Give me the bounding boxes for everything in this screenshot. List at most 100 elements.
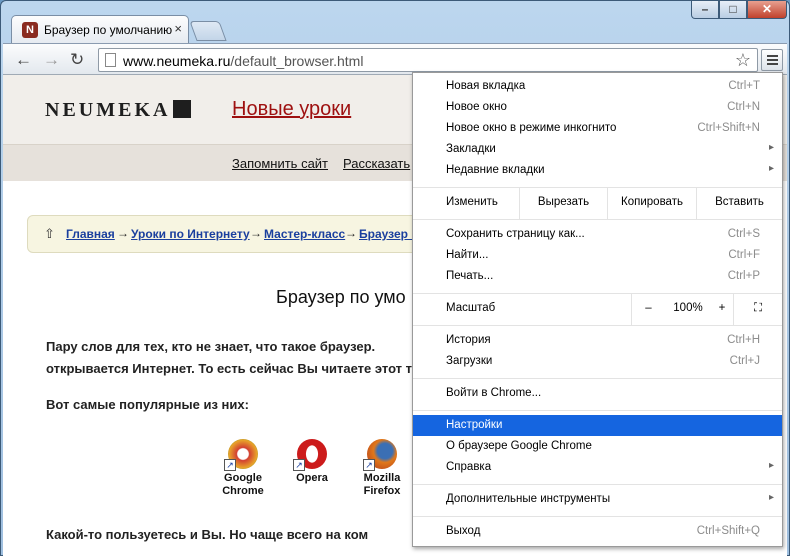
- logo-mark-icon: [173, 100, 192, 118]
- url-path: /default_browser.html: [230, 53, 364, 69]
- menu-find[interactable]: Найти... Ctrl+F: [413, 245, 782, 266]
- menu-separator: [413, 410, 782, 411]
- menu-separator: [413, 378, 782, 379]
- tab-default-browser[interactable]: N Браузер по умолчанию ×: [11, 15, 189, 43]
- menu-item-label: Сохранить страницу как...: [446, 228, 585, 240]
- url-text[interactable]: www.neumeka.ru/default_browser.html: [123, 53, 363, 69]
- menu-recent-tabs[interactable]: Недавние вкладки ▸: [413, 160, 782, 181]
- menu-edit-row: Изменить Вырезать Копировать Вставить: [413, 188, 782, 219]
- menu-separator: [413, 219, 782, 220]
- site-logo[interactable]: NEUMEKA: [45, 99, 192, 122]
- browser-opera-tile[interactable]: ↗ Opera: [277, 439, 347, 485]
- chrome-logo-icon: ↗: [224, 439, 258, 471]
- hamburger-icon-line: [767, 55, 778, 57]
- menu-item-shortcut: Ctrl+H: [727, 334, 760, 346]
- new-tab-button[interactable]: [189, 21, 227, 41]
- firefox-logo-icon: ↗: [363, 439, 397, 471]
- menu-item-label: Копировать: [621, 196, 683, 208]
- menu-separator: [413, 325, 782, 326]
- opera-logo-icon: ↗: [293, 439, 327, 471]
- menu-help[interactable]: Справка ▸: [413, 457, 782, 478]
- chrome-menu-button[interactable]: [761, 49, 783, 71]
- tab-title: Браузер по умолчанию: [44, 23, 173, 37]
- maximize-button[interactable]: □: [719, 1, 747, 19]
- page-icon: [105, 53, 116, 67]
- menu-item-label: Новое окно в режиме инкогнито: [446, 122, 617, 134]
- fullscreen-button[interactable]: ⛶: [733, 294, 782, 325]
- intro-paragraph-line1: Пару слов для тех, кто не знает, что так…: [46, 339, 375, 354]
- menu-history[interactable]: История Ctrl+H: [413, 330, 782, 351]
- breadcrumb-home[interactable]: Главная: [66, 227, 115, 241]
- menu-item-shortcut: Ctrl+N: [727, 101, 760, 113]
- edit-label: Изменить: [446, 196, 498, 208]
- browser-firefox-tile[interactable]: ↗ Mozilla Firefox: [347, 439, 417, 498]
- hamburger-icon-line: [767, 63, 778, 65]
- browser-name: Firefox: [363, 485, 401, 497]
- menu-incognito[interactable]: Новое окно в режиме инкогнито Ctrl+Shift+…: [413, 118, 782, 139]
- menu-settings[interactable]: Настройки: [413, 415, 782, 436]
- maximize-icon: □: [729, 2, 737, 16]
- browser-name: Google: [224, 472, 262, 484]
- breadcrumb-internet-lessons[interactable]: Уроки по Интернету: [131, 227, 250, 241]
- plus-icon: +: [718, 302, 726, 314]
- browser-chrome-tile[interactable]: ↗ Google Chrome: [208, 439, 278, 498]
- home-arrow-icon: ⇧: [44, 226, 55, 241]
- menu-new-window[interactable]: Новое окно Ctrl+N: [413, 97, 782, 118]
- browser-window: N Браузер по умолчанию × – □ ✕ ← → ↻ www…: [0, 0, 790, 556]
- breadcrumb-separator: →: [250, 226, 262, 240]
- menu-sign-in[interactable]: Войти в Chrome...: [413, 383, 782, 404]
- menu-item-label: Выход: [446, 525, 481, 537]
- menu-new-tab[interactable]: Новая вкладка Ctrl+T: [413, 76, 782, 97]
- bookmark-star-icon[interactable]: ☆: [735, 50, 751, 71]
- menu-item-shortcut: Ctrl+T: [728, 80, 760, 92]
- menu-exit[interactable]: Выход Ctrl+Shift+Q: [413, 521, 782, 542]
- menu-item-label: Новое окно: [446, 101, 507, 113]
- share-link[interactable]: Рассказать: [343, 156, 410, 171]
- logo-text: NEUMEKA: [45, 99, 171, 121]
- usage-paragraph: Какой-то пользуетесь и Вы. Но чаще всего…: [46, 527, 369, 542]
- shortcut-arrow-icon: ↗: [363, 459, 375, 471]
- bookmark-site-link[interactable]: Запомнить сайт: [232, 156, 328, 171]
- submenu-arrow-icon: ▸: [768, 163, 774, 174]
- page-title: Браузер по умо: [276, 287, 406, 307]
- menu-paste-button[interactable]: Вставить: [696, 188, 782, 219]
- menu-item-label: Загрузки: [446, 355, 493, 367]
- menu-save-page[interactable]: Сохранить страницу как... Ctrl+S: [413, 224, 782, 245]
- menu-item-label: Вырезать: [537, 196, 590, 208]
- address-bar[interactable]: www.neumeka.ru/default_browser.html ☆: [98, 48, 758, 72]
- menu-item-shortcut: Ctrl+J: [729, 355, 760, 367]
- intro-bold-word: браузер.: [319, 339, 376, 354]
- menu-more-tools[interactable]: Дополнительные инструменты ▸: [413, 489, 782, 510]
- tab-close-icon[interactable]: ×: [174, 21, 182, 36]
- url-host: www.neumeka.ru: [123, 53, 231, 69]
- menu-downloads[interactable]: Загрузки Ctrl+J: [413, 351, 782, 372]
- breadcrumb-separator: →: [117, 226, 129, 240]
- menu-item-label: О браузере Google Chrome: [446, 440, 592, 452]
- zoom-in-button[interactable]: +: [711, 294, 733, 325]
- zoom-out-button[interactable]: –: [631, 294, 665, 325]
- close-window-button[interactable]: ✕: [747, 1, 787, 19]
- menu-item-label: Справка: [446, 461, 492, 473]
- menu-cut-button[interactable]: Вырезать: [519, 188, 607, 219]
- menu-about[interactable]: О браузере Google Chrome: [413, 436, 782, 457]
- submenu-arrow-icon: ▸: [768, 142, 774, 153]
- menu-bookmarks[interactable]: Закладки ▸: [413, 139, 782, 160]
- new-lessons-link[interactable]: Новые уроки: [232, 98, 351, 121]
- reload-icon[interactable]: ↻: [70, 50, 84, 70]
- breadcrumb-separator: →: [345, 226, 357, 240]
- forward-arrow-icon[interactable]: →: [43, 50, 60, 70]
- menu-separator: [413, 516, 782, 517]
- back-arrow-icon[interactable]: ←: [15, 50, 32, 70]
- hamburger-icon-line: [767, 59, 778, 61]
- minimize-icon: –: [701, 2, 709, 16]
- menu-item-label: Вставить: [715, 196, 764, 208]
- breadcrumb-masterclass[interactable]: Мастер-класс: [264, 227, 345, 241]
- minus-icon: –: [645, 302, 652, 314]
- menu-copy-button[interactable]: Копировать: [607, 188, 696, 219]
- menu-print[interactable]: Печать... Ctrl+P: [413, 266, 782, 287]
- browser-name: Mozilla: [363, 472, 401, 484]
- minimize-button[interactable]: –: [691, 1, 719, 19]
- intro-text: Пару слов для тех, кто не знает, что так…: [46, 339, 320, 354]
- breadcrumb-current[interactable]: Браузер п: [359, 227, 419, 241]
- popular-browsers-text: Вот самые популярные из них:: [46, 397, 249, 412]
